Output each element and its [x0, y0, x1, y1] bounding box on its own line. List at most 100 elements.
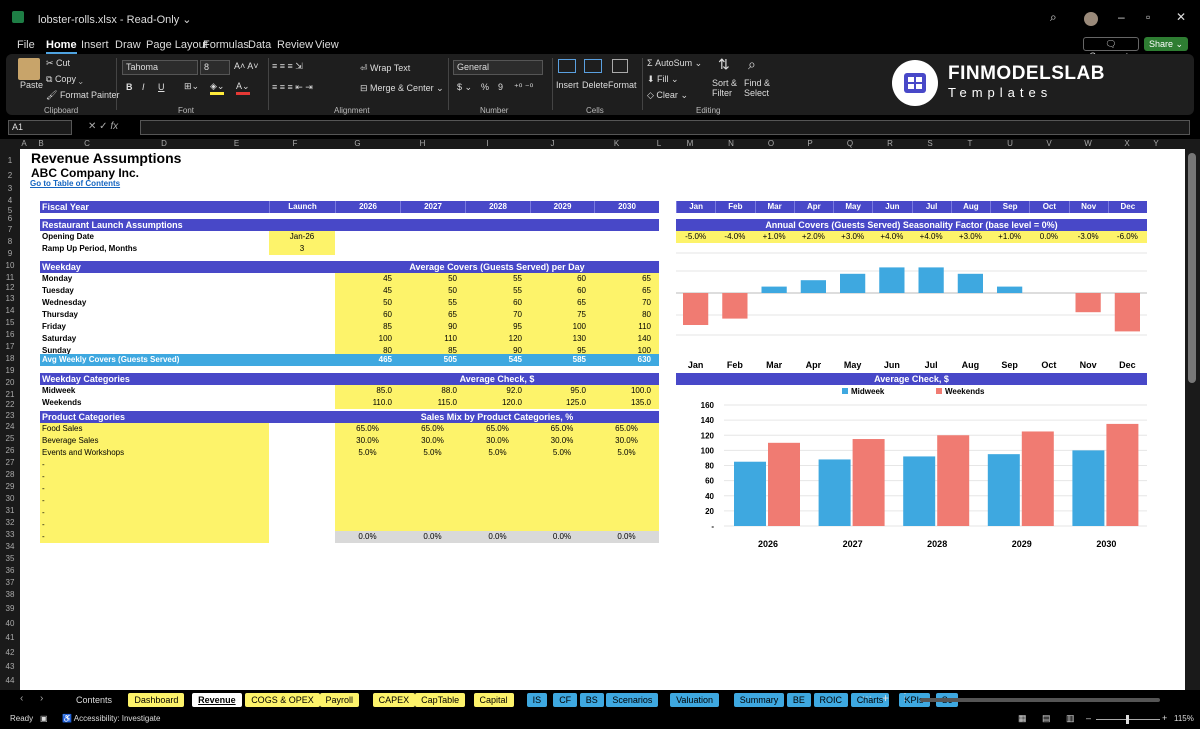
check-cell[interactable]: 92.0 [465, 385, 530, 397]
delete-cells-icon[interactable] [584, 59, 602, 73]
fill-color-icon[interactable]: ◈⌄ [210, 81, 225, 95]
row-header-24[interactable]: 24 [0, 422, 20, 431]
covers-cell[interactable]: 55 [400, 297, 465, 309]
covers-cell[interactable]: 75 [530, 309, 594, 321]
covers-cell[interactable]: 50 [400, 285, 465, 297]
covers-cell[interactable]: 90 [400, 321, 465, 333]
window-title[interactable]: lobster-rolls.xlsx - Read-Only ⌄ [38, 13, 192, 26]
mix-cell[interactable] [400, 483, 465, 495]
paste-icon[interactable] [18, 58, 40, 80]
tab-roic[interactable]: ROIC [813, 693, 848, 707]
sort-filter-icon[interactable]: ⇅ [718, 56, 730, 73]
row-header-44[interactable]: 44 [0, 676, 20, 685]
mix-cell[interactable] [335, 495, 400, 507]
tab-capex[interactable]: CAPEX [372, 693, 416, 707]
row-header-40[interactable]: 40 [0, 619, 20, 628]
menu-insert[interactable]: Insert [81, 39, 109, 51]
comma-button[interactable]: 9 [498, 82, 503, 92]
mix-cell[interactable] [594, 459, 659, 471]
covers-cell[interactable]: 60 [335, 309, 400, 321]
mix-cell[interactable]: 5.0% [530, 447, 594, 459]
format-painter-button[interactable]: 🖌 Format Painter [46, 90, 119, 101]
menu-home[interactable]: Home [46, 39, 77, 54]
tab-next-icon[interactable]: › [40, 693, 43, 704]
find-select-button[interactable]: Find & Select [744, 78, 774, 98]
insert-cells-button[interactable]: Insert [556, 80, 579, 90]
seasonality-cell[interactable]: +3.0% [950, 231, 990, 243]
sort-filter-button[interactable]: Sort & Filter [712, 78, 742, 98]
comments-button[interactable]: 🗨 Comments [1083, 37, 1139, 61]
row-header-31[interactable]: 31 [0, 506, 20, 515]
row-header-39[interactable]: 39 [0, 604, 20, 613]
covers-cell[interactable]: 110 [594, 321, 659, 333]
product-label[interactable]: Food Sales [40, 423, 269, 435]
mix-cell[interactable]: 5.0% [400, 447, 465, 459]
menu-page-layout[interactable]: Page Layout [146, 39, 208, 51]
row-header-21[interactable]: 21 [0, 390, 20, 399]
row-header-34[interactable]: 34 [0, 542, 20, 551]
row-header-30[interactable]: 30 [0, 494, 20, 503]
seasonality-cell[interactable]: -4.0% [715, 231, 755, 243]
decimal-icon[interactable]: ⁺⁰ ⁻⁰ [514, 82, 533, 93]
paste-button[interactable]: Paste [20, 80, 43, 90]
tab-valuation[interactable]: Valuation [670, 693, 719, 707]
mix-cell[interactable] [530, 483, 594, 495]
wrap-text-button[interactable]: ⏎ Wrap Text [360, 63, 410, 74]
check-cell[interactable]: 125.0 [530, 397, 594, 409]
name-box[interactable]: A1 [8, 120, 72, 135]
row-header-1[interactable]: 1 [0, 156, 20, 165]
tabs-menu-icon[interactable]: ⋮ [900, 692, 910, 703]
mix-cell[interactable] [530, 519, 594, 531]
row-header-43[interactable]: 43 [0, 662, 20, 671]
scroll-thumb[interactable] [1188, 153, 1196, 383]
covers-cell[interactable]: 100 [530, 321, 594, 333]
covers-cell[interactable]: 50 [400, 273, 465, 285]
tab-contents[interactable]: Contents [70, 693, 119, 707]
mix-cell[interactable] [594, 495, 659, 507]
bold-button[interactable]: B [126, 82, 133, 92]
horizontal-scrollbar[interactable] [920, 698, 1160, 702]
column-header-J[interactable]: J [520, 139, 585, 149]
menu-data[interactable]: Data [248, 39, 271, 51]
seasonality-cell[interactable]: +1.0% [754, 231, 794, 243]
covers-cell[interactable]: 60 [465, 297, 530, 309]
check-cell[interactable]: 85.0 [335, 385, 400, 397]
mix-cell[interactable]: 30.0% [530, 435, 594, 447]
row-header-37[interactable]: 37 [0, 578, 20, 587]
more-tabs-icon[interactable]: ⋯ [862, 692, 872, 703]
tab-cf[interactable]: CF [553, 693, 578, 707]
row-header-38[interactable]: 38 [0, 590, 20, 599]
currency-button[interactable]: $ ⌄ [457, 82, 472, 93]
opening-date-cell[interactable]: Jan-26 [269, 231, 335, 243]
column-header-F[interactable]: F [265, 139, 325, 149]
view-page-break-icon[interactable]: ▥ [1066, 713, 1075, 724]
check-cell[interactable]: 100.0 [594, 385, 659, 397]
zoom-in-icon[interactable]: + [1162, 713, 1167, 723]
mix-cell[interactable]: 0.0% [335, 531, 400, 543]
covers-cell[interactable]: 50 [335, 297, 400, 309]
product-label[interactable]: - [40, 459, 269, 471]
grow-font-icon[interactable]: A˄ A˅ [234, 61, 259, 71]
view-normal-icon[interactable]: ▦ [1018, 713, 1027, 724]
tab-revenue[interactable]: Revenue [192, 693, 242, 707]
check-cell[interactable]: 120.0 [465, 397, 530, 409]
seasonality-cell[interactable]: +1.0% [990, 231, 1030, 243]
covers-cell[interactable]: 45 [335, 273, 400, 285]
row-header-2[interactable]: 2 [0, 171, 20, 180]
tab-dashboard[interactable]: Dashboard [128, 693, 185, 707]
column-header-W[interactable]: W [1068, 139, 1108, 149]
covers-cell[interactable]: 60 [530, 273, 594, 285]
row-header-22[interactable]: 22 [0, 400, 20, 409]
font-name-select[interactable]: Tahoma [122, 60, 198, 75]
column-header-C[interactable]: C [54, 139, 120, 149]
font-size-select[interactable]: 8 [200, 60, 230, 75]
mix-cell[interactable] [335, 507, 400, 519]
column-header-S[interactable]: S [910, 139, 950, 149]
product-label[interactable]: - [40, 519, 269, 531]
column-header-I[interactable]: I [455, 139, 520, 149]
covers-cell[interactable]: 65 [594, 273, 659, 285]
clear-button[interactable]: ◇ Clear ⌄ [647, 90, 688, 101]
ramp-cell[interactable]: 3 [269, 243, 335, 255]
covers-cell[interactable]: 65 [594, 285, 659, 297]
row-header-10[interactable]: 10 [0, 261, 20, 270]
